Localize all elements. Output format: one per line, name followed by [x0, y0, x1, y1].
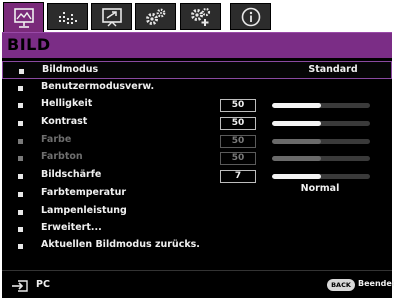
projector-osd: BILD Bildmodus Standard Benutzermodusver… — [0, 0, 394, 300]
tint-value: 50 — [220, 152, 256, 165]
input-source-icon — [12, 280, 28, 292]
picture-menu: Bildmodus Standard Benutzermodusverw. He… — [2, 58, 392, 270]
bullet-icon — [18, 156, 23, 161]
contrast-slider[interactable] — [272, 121, 370, 126]
menu-item-brightness[interactable]: Helligkeit 50 — [2, 96, 392, 114]
menu-item-color: Farbe 50 — [2, 132, 392, 150]
tab-advanced-settings[interactable] — [180, 3, 221, 30]
menu-item-label: Bildmodus — [42, 64, 99, 75]
color-slider — [272, 139, 370, 144]
display-icon — [101, 7, 122, 26]
settings-gears-icon — [145, 8, 165, 25]
menu-item-label: Lampenleistung — [41, 205, 127, 216]
menu-item-reset-picture-mode[interactable]: Aktuellen Bildmodus zurücks. — [2, 237, 392, 255]
menu-item-user-mode-management[interactable]: Benutzermodusverw. — [2, 79, 392, 97]
menu-item-color-temperature[interactable]: Farbtemperatur Normal — [2, 183, 392, 203]
menu-item-label: Kontrast — [41, 116, 88, 127]
input-source-label: PC — [36, 279, 50, 290]
menu-item-lamp-power[interactable]: Lampenleistung — [2, 203, 392, 221]
menu-item-label: Bildschärfe — [41, 169, 102, 180]
bullet-icon — [18, 174, 23, 179]
menu-item-label: Benutzermodusverw. — [41, 81, 155, 92]
picture-icon — [13, 7, 34, 28]
menu-item-label: Erweitert... — [41, 222, 102, 233]
sharpness-slider[interactable] — [272, 174, 370, 179]
menu-tab-bar — [0, 0, 394, 33]
menu-item-advanced[interactable]: Erweitert... — [2, 220, 392, 238]
brightness-slider[interactable] — [272, 103, 370, 108]
slider-fill — [272, 156, 321, 161]
color-value: 50 — [220, 135, 256, 148]
tab-display[interactable] — [91, 3, 132, 30]
sharpness-value: 7 — [220, 170, 256, 183]
bullet-icon — [19, 69, 24, 74]
bullet-icon — [18, 103, 23, 108]
bullet-icon — [18, 86, 23, 91]
bullet-icon — [18, 139, 23, 144]
page-title: BILD — [7, 35, 51, 54]
exit-label: Beenden — [358, 279, 394, 288]
audio-icon — [58, 11, 77, 24]
tab-audio[interactable] — [47, 3, 88, 30]
tint-slider — [272, 156, 370, 161]
menu-item-picture-mode[interactable]: Bildmodus Standard — [2, 61, 392, 79]
bullet-icon — [18, 227, 23, 232]
brightness-value: 50 — [220, 99, 256, 112]
tab-picture[interactable] — [3, 2, 44, 33]
tab-settings[interactable] — [135, 3, 176, 30]
slider-fill — [272, 139, 321, 144]
advanced-settings-icon — [190, 7, 210, 26]
menu-item-contrast[interactable]: Kontrast 50 — [2, 114, 392, 132]
info-icon — [241, 7, 260, 26]
bullet-icon — [18, 244, 23, 249]
tab-info[interactable] — [230, 3, 271, 30]
menu-item-label: Aktuellen Bildmodus zurücks. — [41, 239, 200, 250]
contrast-value: 50 — [220, 117, 256, 130]
slider-fill — [272, 121, 321, 126]
menu-item-label: Farbe — [41, 134, 72, 145]
slider-fill — [272, 103, 321, 108]
picture-mode-value: Standard — [308, 64, 358, 75]
menu-item-label: Farbtemperatur — [41, 187, 127, 198]
menu-footer: PC BACK Beenden — [2, 270, 394, 298]
slider-fill — [272, 174, 321, 179]
bullet-icon — [18, 121, 23, 126]
back-key-badge[interactable]: BACK — [327, 279, 355, 291]
menu-item-label: Farbton — [41, 151, 83, 162]
bullet-icon — [18, 192, 23, 197]
menu-header: BILD — [2, 32, 392, 59]
menu-item-label: Helligkeit — [41, 98, 93, 109]
menu-item-tint: Farbton 50 — [2, 149, 392, 167]
bullet-icon — [18, 210, 23, 215]
color-temperature-value: Normal — [300, 183, 340, 194]
